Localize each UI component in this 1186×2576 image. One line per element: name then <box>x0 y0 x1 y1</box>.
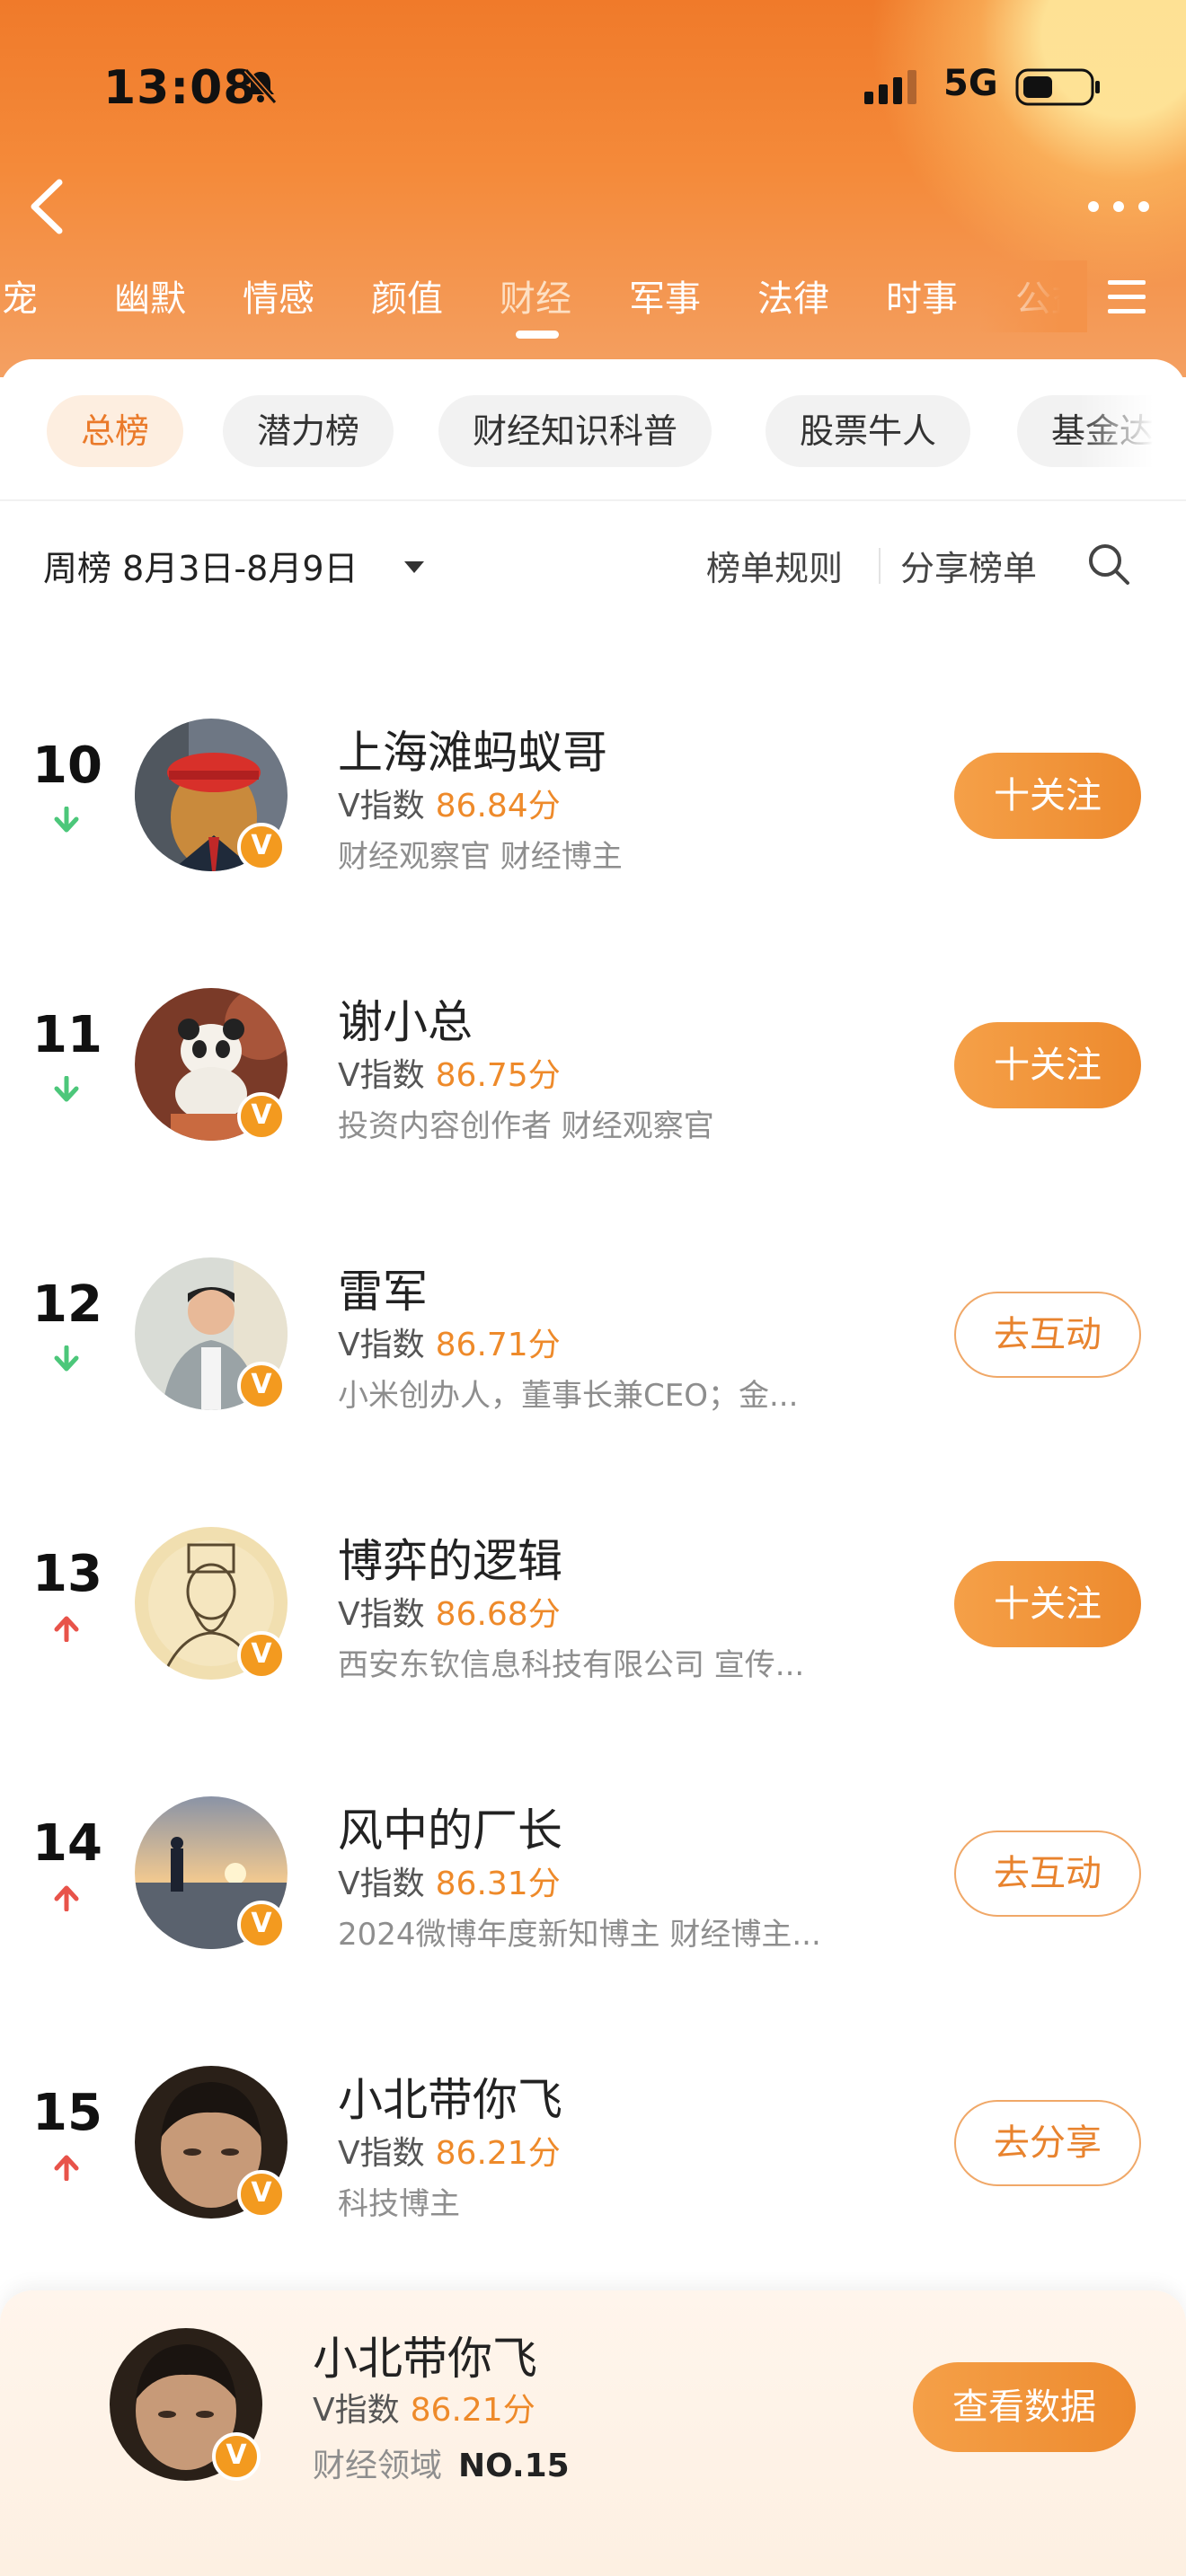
status-time: 13:08 <box>103 61 257 115</box>
follow-button[interactable]: 十关注 <box>954 1022 1141 1108</box>
interact-button[interactable]: 去互动 <box>954 1831 1141 1917</box>
user-name[interactable]: 雷军 <box>338 1256 428 1320</box>
user-tags: 2024微博年度新知博主 财经博主... <box>338 1917 821 1953</box>
more-options-icon[interactable] <box>1083 189 1155 225</box>
verified-badge: V <box>237 2170 286 2219</box>
v-index: V指数 86.68分 <box>338 1596 561 1633</box>
share-link[interactable]: 分享榜单 <box>900 541 1037 590</box>
list-item[interactable]: 14 V 风中的厂长 V指数 86.31分 2024微博年度新知博主 财经博主..… <box>0 1760 1186 1994</box>
verified-badge: V <box>237 1631 286 1680</box>
rules-link[interactable]: 榜单规则 <box>706 541 843 590</box>
user-tags: 财经观察官 财经博主 <box>338 839 623 875</box>
chip-stock-experts[interactable]: 股票牛人 <box>766 395 971 467</box>
tab-looks[interactable]: 颜值 <box>371 269 443 322</box>
rank-number: 12 <box>32 1275 102 1334</box>
user-name[interactable]: 博弈的逻辑 <box>338 1525 562 1590</box>
search-icon[interactable] <box>1085 541 1132 587</box>
verified-badge: V <box>237 1362 286 1410</box>
verified-badge: V <box>237 1901 286 1949</box>
sub-tabs: 总榜 潜力榜 财经知识科普 股票牛人 基金达人 <box>0 395 1186 476</box>
my-v-index: V指数 86.21分 <box>313 2392 535 2429</box>
caret-down-icon[interactable] <box>403 559 426 575</box>
page: 13:08 5G 萌宠 幽默 情感 颜值 财经 军事 法律 <box>0 0 1186 2576</box>
mute-bell-icon <box>243 68 278 104</box>
ranking-panel: 总榜 潜力榜 财经知识科普 股票牛人 基金达人 周榜 8月3日-8月9日 榜单规… <box>0 359 1186 2576</box>
battery-icon <box>1015 68 1100 106</box>
my-name: 小北带你飞 <box>313 2333 537 2385</box>
chip-overall[interactable]: 总榜 <box>47 395 184 467</box>
tab-current-affairs[interactable]: 时事 <box>886 269 958 322</box>
tab-finance[interactable]: 财经 <box>500 269 571 322</box>
tab-emotion[interactable]: 情感 <box>243 269 314 322</box>
rank-number: 11 <box>32 1006 102 1064</box>
active-tab-indicator <box>516 331 559 339</box>
divider <box>0 499 1186 501</box>
signal-icon <box>864 70 916 104</box>
network-type: 5G <box>943 63 998 104</box>
v-index: V指数 86.21分 <box>338 2135 561 2172</box>
share-button[interactable]: 去分享 <box>954 2100 1141 2186</box>
rank-number: 13 <box>32 1545 102 1603</box>
follow-button[interactable]: 十关注 <box>954 1561 1141 1647</box>
trend-down-icon <box>54 1076 79 1102</box>
interact-button[interactable]: 去互动 <box>954 1292 1141 1378</box>
user-tags: 西安东钦信息科技有限公司 宣传... <box>338 1647 805 1683</box>
user-name[interactable]: 上海滩蚂蚁哥 <box>338 717 607 781</box>
filter-bar: 周榜 8月3日-8月9日 榜单规则 分享榜单 <box>0 530 1186 602</box>
user-name[interactable]: 风中的厂长 <box>338 1795 562 1859</box>
list-item[interactable]: 13 V 博弈的逻辑 V指数 86.68分 西安东钦信息科技有限公司 宣传... … <box>0 1491 1186 1725</box>
status-bar: 13:08 5G <box>0 36 1186 135</box>
tab-military[interactable]: 军事 <box>629 269 701 322</box>
rank-number: 15 <box>32 2084 102 2142</box>
trend-down-icon <box>54 807 79 833</box>
list-item[interactable]: 15 V 小北带你飞 V指数 86.21分 科技博主 去分享 <box>0 2030 1186 2263</box>
view-data-button[interactable]: 查看数据 <box>913 2362 1136 2452</box>
tab-law[interactable]: 法律 <box>757 269 829 322</box>
list-item[interactable]: 12 V 雷军 V指数 86.71分 小米创办人，董事长兼CEO；金... 去互动 <box>0 1222 1186 1455</box>
trend-up-icon <box>54 1616 79 1642</box>
my-domain-rank: 财经领域 NO.15 <box>313 2448 570 2484</box>
trend-down-icon <box>54 1345 79 1372</box>
rank-number: 14 <box>32 1814 102 1873</box>
verified-badge: V <box>212 2432 261 2481</box>
list-item[interactable]: 11 V 谢小总 V指数 86.75分 投资内容创作者 财经观察官 十关注 <box>0 952 1186 1186</box>
verified-badge: V <box>237 1092 286 1141</box>
trend-up-icon <box>54 2155 79 2181</box>
v-index: V指数 86.31分 <box>338 1866 561 1902</box>
category-tabs: 萌宠 幽默 情感 颜值 财经 军事 法律 时事 公益 <box>0 260 1186 339</box>
chips-fade <box>1078 395 1186 476</box>
my-rank-card: V 小北带你飞 V指数 86.21分 财经领域 NO.15 查看数据 <box>0 2290 1186 2576</box>
tab-humor[interactable]: 幽默 <box>114 269 186 322</box>
verified-badge: V <box>237 823 286 871</box>
user-tags: 投资内容创作者 财经观察官 <box>338 1108 714 1144</box>
user-tags: 科技博主 <box>338 2186 460 2222</box>
v-index: V指数 86.84分 <box>338 788 561 825</box>
period-selector[interactable]: 周榜 8月3日-8月9日 <box>43 541 358 590</box>
chip-potential[interactable]: 潜力榜 <box>223 395 394 467</box>
rank-number: 10 <box>32 737 102 795</box>
v-index: V指数 86.71分 <box>338 1327 561 1363</box>
v-index: V指数 86.75分 <box>338 1057 561 1094</box>
list-item[interactable]: 10 V 上海滩蚂蚁哥 V指数 86.84分 财经观察官 财经博主 十关注 <box>0 683 1186 916</box>
tab-fade <box>979 260 1087 332</box>
tab-pets[interactable]: 萌宠 <box>0 269 38 322</box>
user-tags: 小米创办人，董事长兼CEO；金... <box>338 1378 799 1414</box>
user-name[interactable]: 小北带你飞 <box>338 2064 562 2129</box>
separator <box>879 548 881 584</box>
follow-button[interactable]: 十关注 <box>954 753 1141 839</box>
user-name[interactable]: 谢小总 <box>338 986 473 1051</box>
back-arrow-icon[interactable] <box>20 175 74 238</box>
chip-finance-knowledge[interactable]: 财经知识科普 <box>438 395 712 467</box>
trend-up-icon <box>54 1885 79 1911</box>
menu-icon[interactable] <box>1101 275 1155 320</box>
